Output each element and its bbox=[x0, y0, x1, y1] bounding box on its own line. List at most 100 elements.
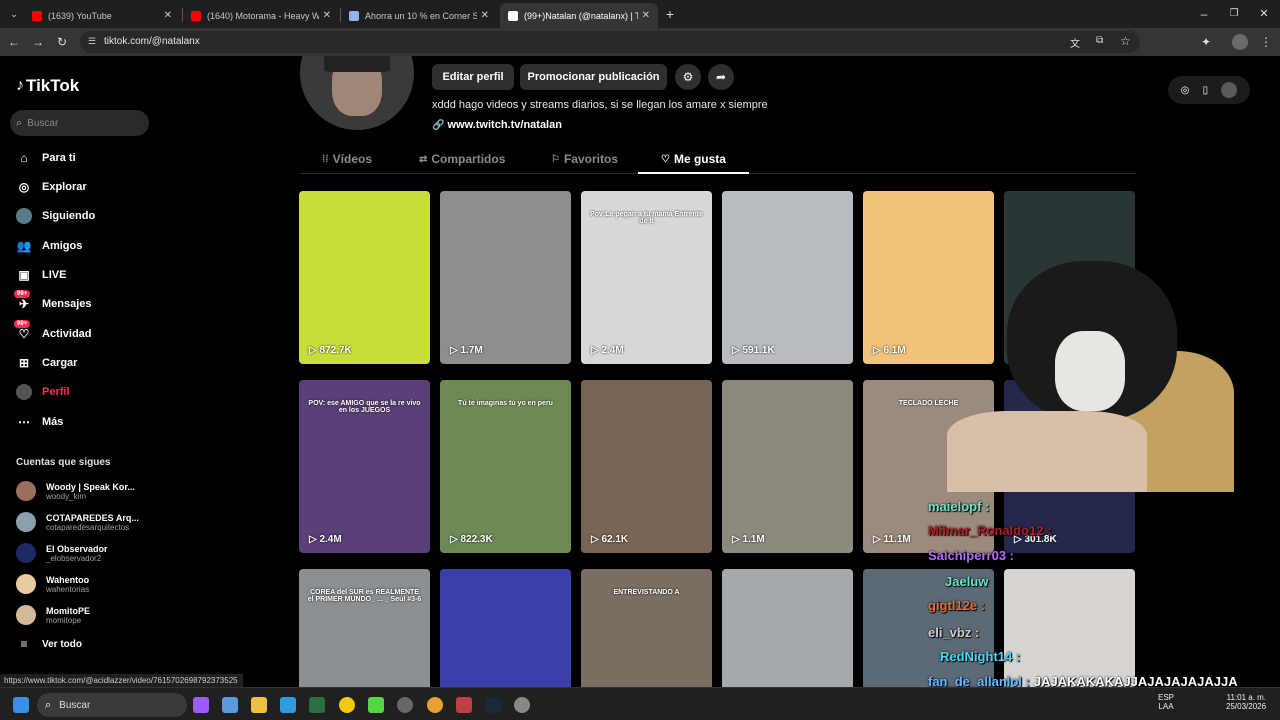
nav-perfil[interactable]: Perfil bbox=[16, 382, 70, 402]
reload-icon[interactable]: ↻ bbox=[54, 34, 70, 50]
edit-profile-button[interactable]: Editar perfil bbox=[432, 64, 514, 90]
edge-icon[interactable] bbox=[280, 697, 296, 713]
settings-icon[interactable] bbox=[514, 697, 530, 713]
compass-small-icon: ◎ bbox=[1180, 84, 1190, 96]
steam-icon[interactable] bbox=[485, 697, 501, 713]
clock-date: 25/03/2026 bbox=[1226, 702, 1267, 711]
play-icon: ▷ bbox=[732, 345, 743, 356]
checkmark-favicon-icon bbox=[349, 10, 359, 21]
promote-post-button[interactable]: Promocionar publicación bbox=[520, 64, 667, 90]
close-tab-icon[interactable]: ✕ bbox=[164, 10, 172, 21]
video-thumbnail[interactable]: ENTREVISTANDO A bbox=[581, 569, 712, 687]
maximize-window-icon[interactable]: ❐ bbox=[1226, 6, 1242, 22]
copilot-icon[interactable] bbox=[193, 697, 209, 713]
view-count-text: 1.7M bbox=[460, 345, 483, 356]
video-thumbnail[interactable]: ▷ 872.7K bbox=[299, 191, 430, 364]
tab-videos[interactable]: ⁞⁞ Vídeos bbox=[322, 152, 372, 166]
lang-bottom: LAA bbox=[1158, 702, 1174, 711]
taskbar-search[interactable]: ⌕ Buscar bbox=[37, 693, 187, 717]
video-thumbnail[interactable]: Tú te imaginas tú yo en peru ▷ 822.3K bbox=[440, 380, 571, 553]
video-thumbnail[interactable]: ▷ 1.7M bbox=[440, 191, 571, 364]
search-input[interactable]: ⌕ Buscar bbox=[10, 110, 149, 136]
nav-explorar[interactable]: ◎ Explorar bbox=[16, 177, 87, 197]
play-icon: ▷ bbox=[450, 534, 461, 545]
nav-siguiendo[interactable]: Siguiendo bbox=[16, 206, 95, 226]
close-tab-icon[interactable]: ✕ bbox=[481, 10, 489, 21]
nav-cargar[interactable]: ⊞ Cargar bbox=[16, 353, 78, 373]
close-window-icon[interactable]: ✕ bbox=[1256, 6, 1272, 22]
video-thumbnail[interactable]: ▷ 62.1K bbox=[581, 380, 712, 553]
browser-menu-icon[interactable]: ⋮ bbox=[1258, 34, 1274, 50]
browser-tab-corner-shop[interactable]: Ahorra un 10 % en Corner Shop ✕ bbox=[341, 3, 497, 28]
install-app-icon[interactable]: ⧉ bbox=[1096, 35, 1103, 46]
extensions-icon[interactable]: ✦ bbox=[1198, 34, 1214, 50]
file-explorer-icon[interactable] bbox=[251, 697, 267, 713]
profile-link[interactable]: 🔗 www.twitch.tv/natalan bbox=[432, 119, 562, 131]
browser-tab-motorama[interactable]: (1640) Motorama - Heavy Waves ✕ bbox=[183, 3, 339, 28]
video-thumbnail[interactable]: POV: ese AMIGO que se la re vivo en los … bbox=[299, 380, 430, 553]
app-icon[interactable] bbox=[427, 697, 443, 713]
view-count-text: 872.7K bbox=[319, 345, 352, 356]
app-icon[interactable] bbox=[456, 697, 472, 713]
chat-username: Salchiperr03 : bbox=[928, 548, 1014, 563]
nav-live[interactable]: ▣ LIVE bbox=[16, 265, 66, 285]
share-icon[interactable]: ➦ bbox=[708, 64, 734, 90]
chat-message: Jaeluw bbox=[945, 574, 988, 589]
widgets-icon[interactable] bbox=[222, 697, 238, 713]
play-icon: ▷ bbox=[732, 534, 743, 545]
video-thumbnail[interactable]: COREA del SUR es REALMENTE el PRIMER MUN… bbox=[299, 569, 430, 687]
nav-label: Perfil bbox=[42, 386, 70, 398]
browser-tab-tiktok[interactable]: (99+)Natalan (@natalanx) | TikTok ✕ bbox=[500, 3, 658, 28]
tab-compartidos[interactable]: ⇄ Compartidos bbox=[419, 152, 505, 166]
tab-me-gusta[interactable]: ♡ Me gusta bbox=[661, 152, 726, 166]
settings-gear-icon[interactable]: ⚙ bbox=[675, 64, 701, 90]
browser-tab-youtube[interactable]: (1639) YouTube ✕ bbox=[24, 3, 180, 28]
language-indicator[interactable]: ESP LAA bbox=[1158, 693, 1174, 711]
close-tab-icon[interactable]: ✕ bbox=[323, 10, 331, 21]
nav-mas[interactable]: ⋯ Más bbox=[16, 412, 63, 432]
following-section-title: Cuentas que sigues bbox=[16, 457, 111, 468]
obs-icon[interactable] bbox=[397, 697, 413, 713]
nav-para-ti[interactable]: ⌂ Para ti bbox=[16, 148, 75, 168]
following-account[interactable]: Woody | Speak Kor... woody_kim bbox=[16, 478, 135, 504]
terminal-icon[interactable] bbox=[309, 697, 325, 713]
nav-actividad[interactable]: ♡ 99+ Actividad bbox=[14, 320, 92, 344]
close-tab-icon[interactable]: ✕ bbox=[642, 10, 650, 21]
profile-avatar-icon[interactable] bbox=[1232, 34, 1248, 50]
kick-icon[interactable] bbox=[368, 697, 384, 713]
nav-amigos[interactable]: 👥 Amigos bbox=[16, 236, 83, 256]
video-thumbnail[interactable]: Pov:Le pegan a tu mamá Enfrente de ti ▷ 2… bbox=[581, 191, 712, 364]
video-thumbnail[interactable]: ▷ 591.1K bbox=[722, 191, 853, 364]
nav-mensajes[interactable]: ✈ 99+ Mensajes bbox=[14, 290, 92, 314]
tab-search-icon[interactable]: ⌄ bbox=[6, 6, 22, 22]
following-account[interactable]: MomitoPE momitope bbox=[16, 602, 90, 628]
following-account[interactable]: COTAPAREDES Arq... cotaparedesarquitectos bbox=[16, 509, 139, 535]
following-account[interactable]: El Observador _elobservador2 bbox=[16, 540, 108, 566]
creator-tools-pill[interactable]: ◎ ▯ bbox=[1168, 76, 1250, 104]
see-all-label: Ver todo bbox=[42, 638, 83, 650]
new-tab-icon[interactable]: + bbox=[662, 6, 678, 22]
address-bar[interactable]: ☰ tiktok.com/@natalanx ☆ ⧉ 文 bbox=[80, 31, 1140, 53]
minimize-window-icon[interactable]: – bbox=[1196, 6, 1212, 22]
profile-avatar[interactable] bbox=[300, 56, 414, 130]
video-thumbnail[interactable] bbox=[1004, 569, 1135, 687]
tiktok-logo[interactable]: ♪ TikTok bbox=[16, 76, 79, 96]
translate-icon[interactable]: 文 bbox=[1070, 35, 1080, 50]
back-icon[interactable]: ← bbox=[6, 34, 22, 50]
tab-favoritos[interactable]: ⚐ Favoritos bbox=[551, 152, 618, 166]
chrome-icon[interactable] bbox=[339, 697, 355, 713]
video-thumbnail[interactable] bbox=[440, 569, 571, 687]
video-thumbnail[interactable] bbox=[722, 569, 853, 687]
clock[interactable]: 11:01 a. m. 25/03/2026 bbox=[1226, 693, 1266, 711]
view-count: ▷ 1.1M bbox=[732, 534, 765, 545]
tiktok-note-icon: ♪ bbox=[16, 77, 24, 94]
following-account[interactable]: Wahentoo wahentorias bbox=[16, 571, 89, 597]
windows-start-icon[interactable] bbox=[13, 697, 29, 713]
forward-icon[interactable]: → bbox=[30, 34, 46, 50]
star-icon[interactable]: ☆ bbox=[1120, 34, 1131, 48]
see-all-following[interactable]: ≡ Ver todo bbox=[16, 634, 82, 654]
video-thumbnail[interactable]: ▷ 1.1M bbox=[722, 380, 853, 553]
site-info-icon[interactable]: ☰ bbox=[88, 36, 96, 47]
windows-taskbar: ⌕ Buscar ESP LAA 11:01 a. m. 25/03/2026 bbox=[0, 687, 1280, 720]
chat-message: gigtl12e : bbox=[928, 598, 985, 613]
